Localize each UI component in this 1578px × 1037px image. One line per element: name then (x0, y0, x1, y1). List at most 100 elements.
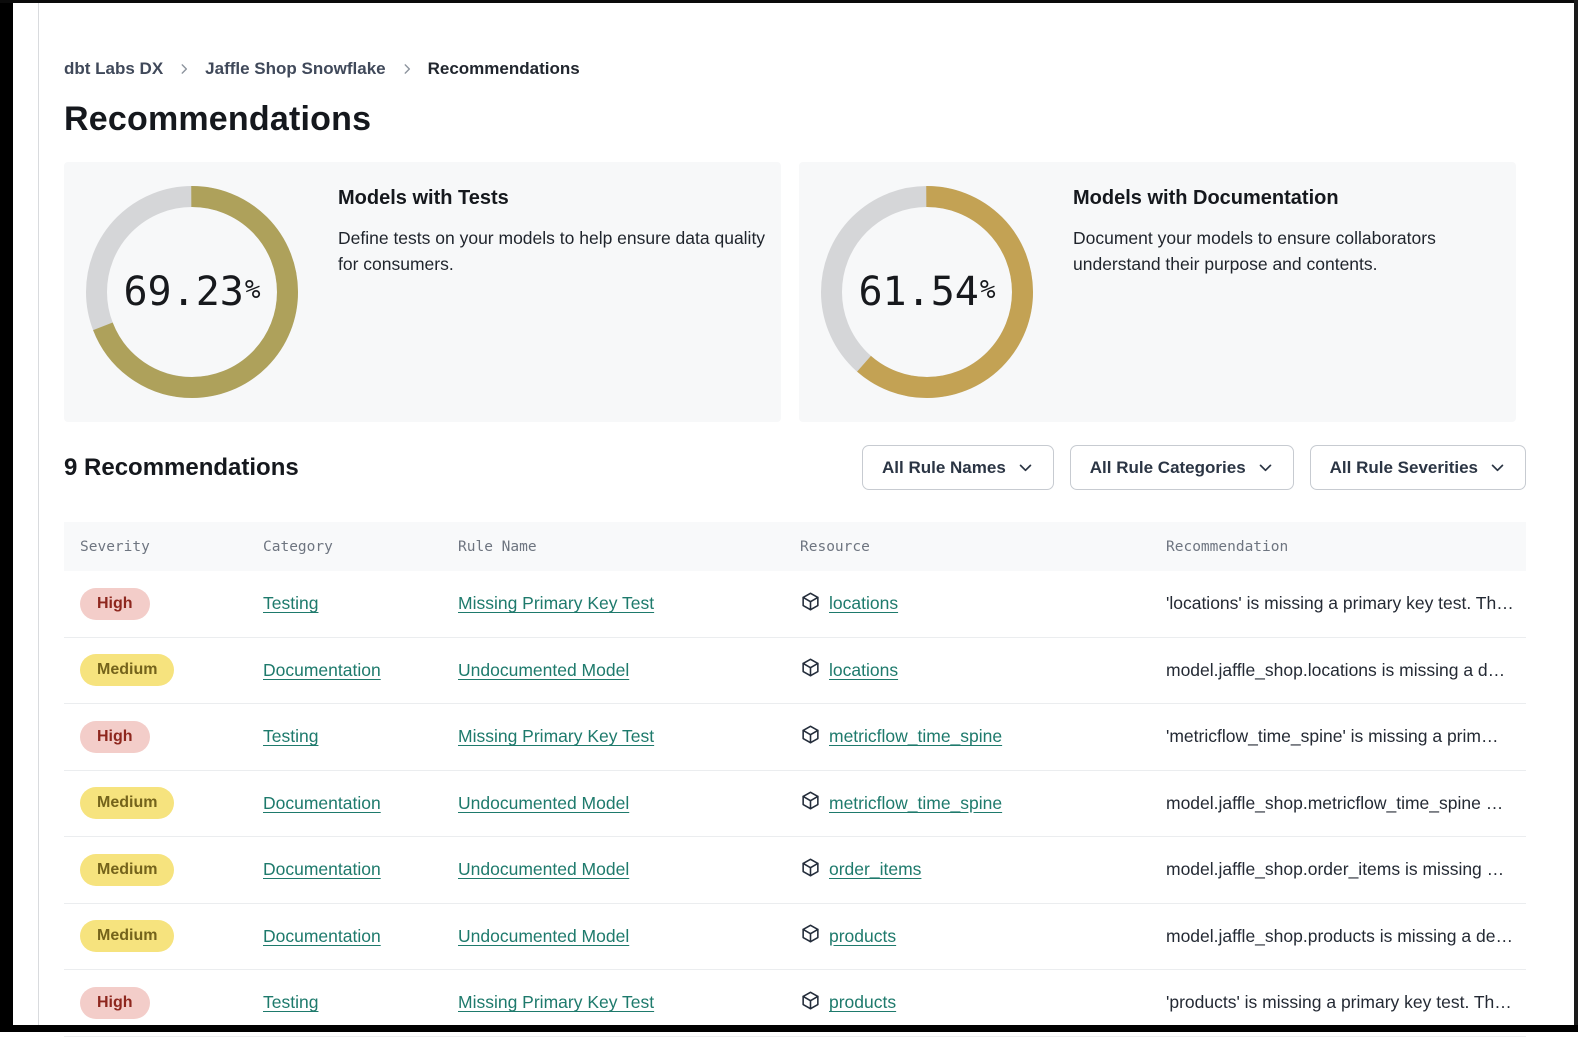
documentation-card-description: Document your models to ensure collabora… (1073, 225, 1458, 278)
recommendation-cell: 'products' is missing a primary key test… (1166, 992, 1526, 1013)
breadcrumb-account[interactable]: dbt Labs DX (64, 59, 163, 79)
category-link[interactable]: Testing (263, 992, 318, 1012)
table-body: High Testing Missing Primary Key Test lo… (64, 571, 1526, 1037)
category-link[interactable]: Testing (263, 593, 318, 613)
category-link[interactable]: Documentation (263, 660, 381, 680)
recommendations-count: 9 Recommendations (64, 454, 299, 482)
severity-badge: Medium (80, 854, 174, 886)
severity-badge: Medium (80, 787, 174, 819)
cube-icon (800, 923, 821, 949)
rule-name-cell: Missing Primary Key Test (458, 726, 800, 747)
resource-link[interactable]: locations (829, 660, 898, 681)
table-row: Medium Documentation Undocumented Model … (64, 837, 1526, 904)
list-header: 9 Recommendations All Rule Names All Rul… (64, 445, 1516, 490)
severity-cell: Medium (64, 854, 263, 886)
resource-cell: locations (800, 591, 1166, 617)
recommendation-cell: 'locations' is missing a primary key tes… (1166, 593, 1526, 614)
severity-cell: High (64, 721, 263, 753)
tests-percent-label: 69.23% (86, 186, 298, 398)
rule-name-cell: Undocumented Model (458, 793, 800, 814)
severity-badge: Medium (80, 920, 174, 952)
category-cell: Documentation (263, 660, 458, 681)
resource-cell: metricflow_time_spine (800, 724, 1166, 750)
recommendation-cell: model.jaffle_shop.metricflow_time_spine … (1166, 793, 1526, 814)
cube-icon (800, 790, 821, 816)
resource-link[interactable]: locations (829, 593, 898, 614)
severity-badge: Medium (80, 654, 174, 686)
table-row: Medium Documentation Undocumented Model … (64, 771, 1526, 838)
resource-cell: products (800, 990, 1166, 1016)
table-row: Medium Documentation Undocumented Model … (64, 904, 1526, 971)
tests-card-text: Models with Tests Define tests on your m… (338, 162, 781, 278)
models-with-documentation-card: 61.54% Models with Documentation Documen… (799, 162, 1516, 422)
rule-names-filter-dropdown[interactable]: All Rule Names (862, 445, 1054, 490)
category-link[interactable]: Documentation (263, 926, 381, 946)
recommendation-cell: model.jaffle_shop.order_items is missing… (1166, 859, 1526, 880)
table-row: High Testing Missing Primary Key Test me… (64, 704, 1526, 771)
resource-cell: products (800, 923, 1166, 949)
resource-cell: order_items (800, 857, 1166, 883)
recommendations-table: Severity Category Rule Name Resource Rec… (64, 522, 1526, 1037)
category-cell: Testing (263, 992, 458, 1013)
severity-cell: High (64, 588, 263, 620)
table-row: High Testing Missing Primary Key Test lo… (64, 571, 1526, 638)
rule-name-cell: Undocumented Model (458, 859, 800, 880)
table-row: Medium Documentation Undocumented Model … (64, 638, 1526, 705)
documentation-card-text: Models with Documentation Document your … (1073, 162, 1458, 278)
tests-card-title: Models with Tests (338, 187, 781, 210)
rule-categories-filter-dropdown[interactable]: All Rule Categories (1070, 445, 1294, 490)
rule-severities-filter-dropdown[interactable]: All Rule Severities (1310, 445, 1526, 490)
severity-cell: Medium (64, 920, 263, 952)
filter-bar: All Rule Names All Rule Categories All R… (862, 445, 1526, 490)
rule-name-link[interactable]: Undocumented Model (458, 859, 629, 879)
resource-link[interactable]: metricflow_time_spine (829, 726, 1002, 747)
category-link[interactable]: Documentation (263, 859, 381, 879)
column-header-resource: Resource (800, 539, 1166, 555)
cube-icon (800, 724, 821, 750)
category-cell: Documentation (263, 793, 458, 814)
screenshot-frame-bottom (0, 1025, 1578, 1032)
resource-link[interactable]: products (829, 992, 896, 1013)
tests-donut-chart: 69.23% (86, 186, 298, 398)
severity-cell: Medium (64, 787, 263, 819)
page-title: Recommendations (64, 100, 1516, 139)
cube-icon (800, 990, 821, 1016)
cube-icon (800, 657, 821, 683)
rule-name-link[interactable]: Missing Primary Key Test (458, 992, 654, 1012)
table-header-row: Severity Category Rule Name Resource Rec… (64, 522, 1526, 571)
rule-name-link[interactable]: Missing Primary Key Test (458, 593, 654, 613)
cube-icon (800, 591, 821, 617)
documentation-card-title: Models with Documentation (1073, 187, 1458, 210)
rule-name-cell: Undocumented Model (458, 660, 800, 681)
category-link[interactable]: Documentation (263, 793, 381, 813)
category-cell: Testing (263, 726, 458, 747)
rule-name-link[interactable]: Undocumented Model (458, 660, 629, 680)
category-link[interactable]: Testing (263, 726, 318, 746)
resource-cell: metricflow_time_spine (800, 790, 1166, 816)
resource-link[interactable]: order_items (829, 859, 921, 880)
chevron-right-icon (400, 62, 414, 76)
breadcrumb: dbt Labs DX Jaffle Shop Snowflake Recomm… (64, 59, 1516, 79)
rule-name-link[interactable]: Missing Primary Key Test (458, 726, 654, 746)
rule-name-cell: Missing Primary Key Test (458, 992, 800, 1013)
recommendations-page: dbt Labs DX Jaffle Shop Snowflake Recomm… (64, 0, 1516, 1037)
category-cell: Testing (263, 593, 458, 614)
rule-name-link[interactable]: Undocumented Model (458, 793, 629, 813)
recommendation-cell: model.jaffle_shop.locations is missing a… (1166, 660, 1526, 681)
breadcrumb-current: Recommendations (428, 59, 580, 79)
recommendation-cell: 'metricflow_time_spine' is missing a pri… (1166, 726, 1526, 747)
column-header-recommendation: Recommendation (1166, 539, 1526, 555)
resource-link[interactable]: products (829, 926, 896, 947)
severity-badge: High (80, 588, 150, 620)
category-cell: Documentation (263, 926, 458, 947)
breadcrumb-project[interactable]: Jaffle Shop Snowflake (205, 59, 385, 79)
tests-card-description: Define tests on your models to help ensu… (338, 225, 781, 278)
recommendation-cell: model.jaffle_shop.products is missing a … (1166, 926, 1526, 947)
metric-cards: 69.23% Models with Tests Define tests on… (64, 162, 1516, 422)
severity-badge: High (80, 721, 150, 753)
rule-name-cell: Missing Primary Key Test (458, 593, 800, 614)
rule-name-link[interactable]: Undocumented Model (458, 926, 629, 946)
resource-link[interactable]: metricflow_time_spine (829, 793, 1002, 814)
sidebar-edge-divider (38, 0, 39, 1032)
category-cell: Documentation (263, 859, 458, 880)
